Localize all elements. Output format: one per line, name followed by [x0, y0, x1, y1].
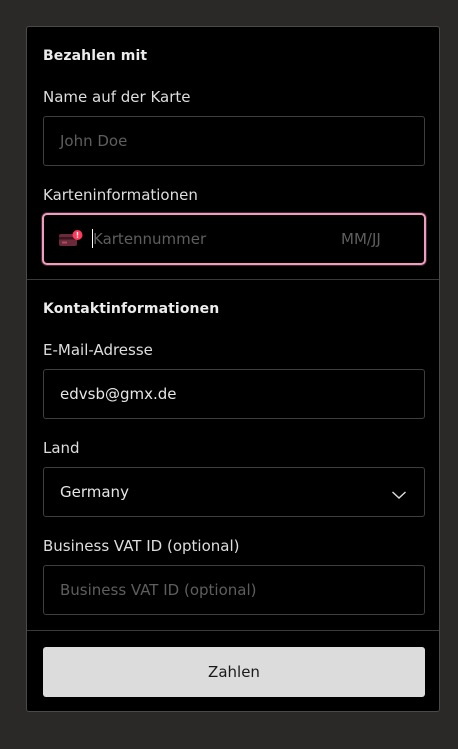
country-select[interactable]: Germany: [43, 467, 425, 517]
pay-button[interactable]: Zahlen: [43, 647, 425, 697]
footer-divider: [27, 630, 439, 631]
name-on-card-field[interactable]: John Doe: [43, 116, 425, 166]
card-number-field[interactable]: Kartennummer MM/JJ: [42, 213, 426, 265]
card-info-label: Karteninformationen: [43, 186, 198, 204]
vat-id-field[interactable]: Business VAT ID (optional): [43, 565, 425, 615]
payment-section-title: Bezahlen mit: [43, 48, 148, 64]
contact-section-title: Kontaktinformationen: [43, 301, 220, 317]
vat-id-placeholder: Business VAT ID (optional): [60, 581, 257, 599]
country-value: Germany: [60, 483, 129, 501]
section-divider: [27, 279, 439, 280]
card-expiry-placeholder[interactable]: MM/JJ: [341, 215, 381, 263]
checkout-form: Bezahlen mit Name auf der Karte John Doe…: [26, 26, 440, 712]
chevron-down-icon: [391, 486, 407, 499]
card-number-placeholder: Kartennummer: [93, 230, 207, 248]
name-on-card-label: Name auf der Karte: [43, 88, 191, 106]
name-on-card-placeholder: John Doe: [60, 132, 128, 150]
vat-id-label: Business VAT ID (optional): [43, 537, 240, 555]
email-label: E-Mail-Adresse: [43, 341, 153, 359]
country-label: Land: [43, 439, 80, 457]
email-value: edvsb@gmx.de: [60, 385, 177, 403]
card-error-icon: [58, 229, 84, 249]
email-field[interactable]: edvsb@gmx.de: [43, 369, 425, 419]
